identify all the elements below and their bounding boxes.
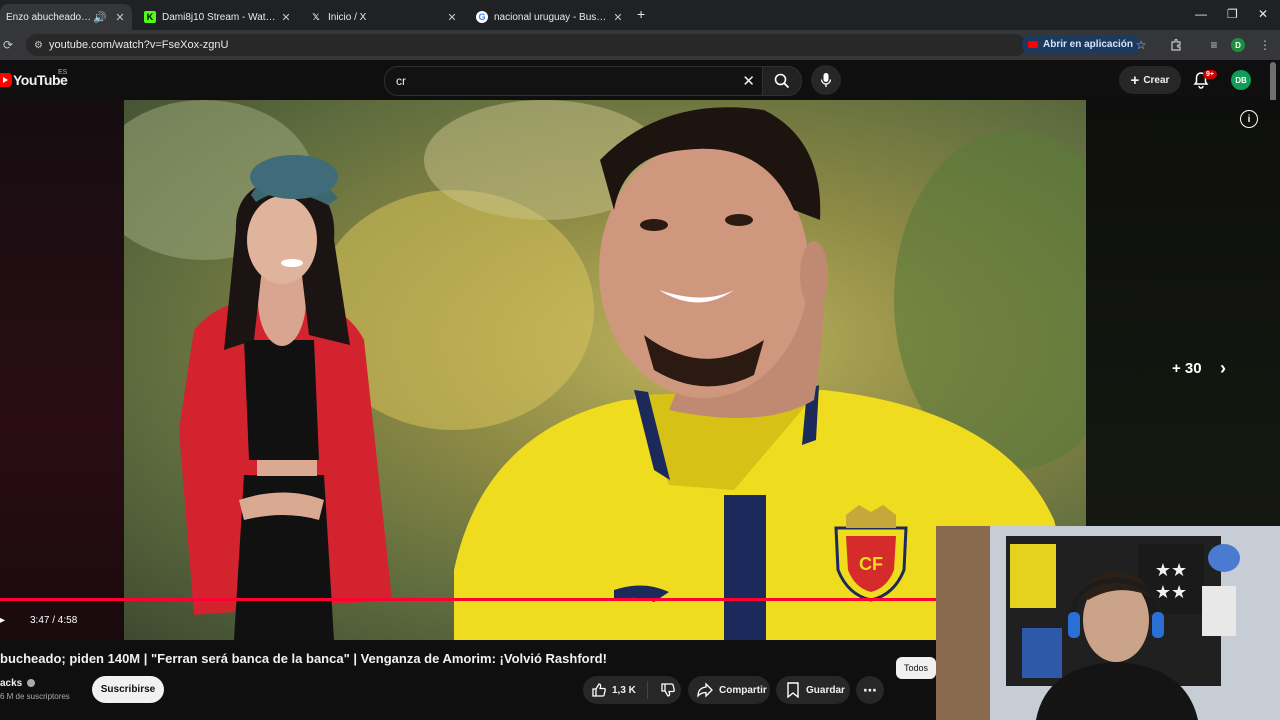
tab-title: Inicio / X bbox=[328, 11, 367, 23]
more-actions-button[interactable]: ⋯ bbox=[856, 676, 884, 704]
google-icon: G bbox=[476, 11, 488, 23]
profile-avatar[interactable]: D bbox=[1231, 38, 1245, 52]
tab-kick-stream[interactable]: K Dami8j10 Stream - Watch Live ✕ bbox=[136, 4, 298, 30]
url-text: youtube.com/watch?v=FseXox-zgnU bbox=[48, 39, 229, 51]
skip-forward-30-label[interactable]: + 30 bbox=[1172, 360, 1202, 377]
tab-close-icon[interactable]: ✕ bbox=[278, 11, 294, 24]
video-title: bucheado; piden 140M | "Ferran será banc… bbox=[0, 651, 607, 666]
tab-google[interactable]: G nacional uruguay - Buscar con ✕ bbox=[468, 4, 630, 30]
profile-initial: D bbox=[1235, 40, 1241, 50]
more-horizontal-icon: ⋯ bbox=[863, 681, 877, 698]
tab-title: Dami8j10 Stream - Watch Live bbox=[162, 11, 278, 23]
save-label: Guardar bbox=[806, 684, 845, 696]
close-window-icon[interactable]: ✕ bbox=[1258, 7, 1268, 21]
info-icon[interactable]: i bbox=[1240, 110, 1258, 128]
tab-search-icon[interactable]: ≡ bbox=[1206, 37, 1222, 53]
save-button[interactable]: Guardar bbox=[776, 676, 850, 704]
speaker-icon[interactable]: 🔊 bbox=[92, 11, 108, 24]
extensions-icon[interactable] bbox=[1168, 37, 1184, 53]
search-box[interactable]: cr ✕ bbox=[384, 66, 764, 96]
tab-title: Enzo abucheado; pide bbox=[6, 11, 92, 23]
share-button[interactable]: Compartir bbox=[688, 676, 770, 704]
progress-bar[interactable] bbox=[0, 598, 936, 601]
verified-check-icon bbox=[27, 679, 36, 688]
share-label: Compartir bbox=[719, 684, 767, 696]
play-button-icon[interactable]: ▸ bbox=[0, 615, 5, 626]
search-button[interactable] bbox=[762, 66, 802, 96]
svg-text:★★: ★★ bbox=[1155, 582, 1187, 603]
open-in-app-label: Abrir en aplicación bbox=[1043, 39, 1134, 50]
country-code: ES bbox=[58, 69, 68, 76]
next-chevron-icon[interactable]: › bbox=[1220, 358, 1226, 379]
villarreal-crest-icon: CF bbox=[834, 505, 908, 602]
microphone-icon bbox=[820, 73, 832, 87]
ambient-left bbox=[0, 100, 124, 640]
subscribe-button[interactable]: Suscribirse bbox=[92, 676, 164, 703]
new-tab-button[interactable]: + bbox=[637, 6, 645, 22]
bookmark-star-icon[interactable]: ☆ bbox=[1133, 37, 1149, 53]
open-in-app-button[interactable]: Abrir en aplicación bbox=[1022, 35, 1142, 54]
youtube-logo[interactable]: YouTube ES bbox=[0, 69, 68, 88]
tab-close-icon[interactable]: ✕ bbox=[610, 11, 626, 24]
tab-x[interactable]: 𝕏 Inicio / X ✕ bbox=[302, 4, 464, 30]
plus-icon: + bbox=[1130, 71, 1140, 89]
dislike-button[interactable] bbox=[648, 682, 676, 698]
x-icon: 𝕏 bbox=[312, 11, 320, 22]
restore-icon[interactable]: ❐ bbox=[1227, 7, 1238, 21]
streamer-webcam: ★★ ★★ bbox=[936, 526, 1280, 720]
create-label: Crear bbox=[1143, 74, 1170, 86]
channel-name[interactable]: acks bbox=[0, 678, 36, 689]
time-display: 3:47 / 4:58 bbox=[30, 615, 78, 626]
create-button[interactable]: + Crear bbox=[1119, 66, 1181, 94]
chrome-menu-icon[interactable]: ⋮ bbox=[1257, 37, 1273, 53]
tab-title: nacional uruguay - Buscar con bbox=[494, 11, 610, 23]
tab-close-icon[interactable]: ✕ bbox=[444, 11, 460, 24]
voice-search-button[interactable] bbox=[811, 65, 841, 95]
browser-tab-bar: Enzo abucheado; pide 🔊 ✕ K Dami8j10 Stre… bbox=[0, 0, 1280, 30]
kick-icon: K bbox=[144, 11, 156, 23]
like-dislike-pill: 1,3 K bbox=[583, 676, 681, 704]
bookmark-icon bbox=[787, 682, 799, 698]
filter-chip-all[interactable]: Todos bbox=[896, 657, 937, 679]
url-bar[interactable]: ⚙ youtube.com/watch?v=FseXox-zgnU bbox=[26, 34, 1026, 56]
channel-name-text: acks bbox=[0, 678, 23, 689]
subscriber-count: 6 M de suscriptores bbox=[0, 692, 70, 701]
search-input[interactable]: cr bbox=[396, 74, 742, 88]
search-icon bbox=[774, 73, 790, 89]
youtube-play-logo-icon bbox=[0, 73, 12, 87]
webcam-image: ★★ ★★ bbox=[936, 526, 1280, 720]
site-settings-icon[interactable]: ⚙ bbox=[34, 40, 43, 51]
svg-text:★★: ★★ bbox=[1155, 560, 1187, 581]
account-avatar[interactable]: DB bbox=[1231, 70, 1251, 90]
minimize-icon[interactable]: — bbox=[1195, 7, 1207, 21]
like-count: 1,3 K bbox=[612, 684, 636, 696]
svg-text:CF: CF bbox=[859, 554, 883, 574]
clear-search-icon[interactable]: ✕ bbox=[742, 72, 755, 90]
avatar-initials: DB bbox=[1235, 75, 1247, 85]
tab-close-icon[interactable]: ✕ bbox=[112, 11, 128, 24]
thumbs-up-icon bbox=[592, 683, 606, 697]
notification-count-badge: 9+ bbox=[1203, 70, 1217, 79]
share-arrow-icon bbox=[697, 682, 713, 698]
tab-enzo[interactable]: Enzo abucheado; pide 🔊 ✕ bbox=[0, 4, 132, 30]
youtube-small-icon bbox=[1028, 41, 1038, 48]
like-button[interactable]: 1,3 K bbox=[583, 682, 647, 698]
thumbs-down-icon bbox=[661, 683, 675, 697]
reload-icon[interactable]: ⟳ bbox=[0, 37, 16, 53]
